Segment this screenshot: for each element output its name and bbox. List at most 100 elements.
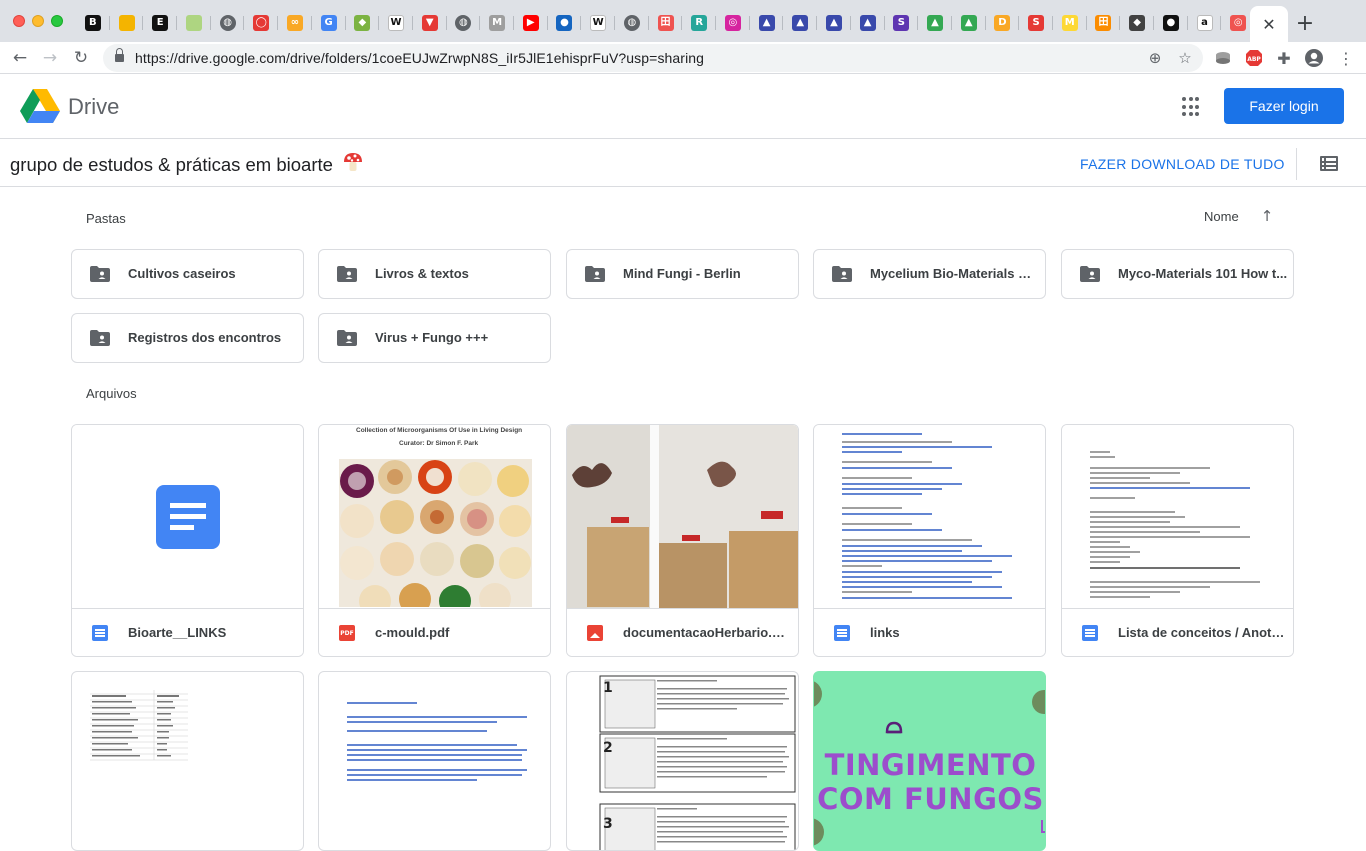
browser-tab[interactable]: S bbox=[1019, 6, 1053, 40]
browser-tab[interactable]: ◍ bbox=[615, 6, 649, 40]
file-card[interactable]: 1 2 3 bbox=[566, 671, 799, 851]
grid-icon: 田 bbox=[657, 15, 674, 31]
browser-tab[interactable]: ◯ bbox=[244, 6, 278, 40]
maximize-window-button[interactable] bbox=[51, 15, 63, 27]
drive-logo-icon[interactable] bbox=[20, 89, 60, 123]
forward-icon[interactable]: → bbox=[38, 46, 62, 70]
google-docs-icon bbox=[92, 625, 108, 641]
browser-tab[interactable]: D bbox=[986, 6, 1020, 40]
browser-tab[interactable]: ◎ bbox=[716, 6, 750, 40]
url-text[interactable]: https://drive.google.com/drive/folders/1… bbox=[135, 50, 704, 66]
browser-tab[interactable]: ● bbox=[1154, 6, 1188, 40]
google-apps-icon[interactable] bbox=[1182, 97, 1202, 117]
folder-card[interactable]: Virus + Fungo +++ bbox=[318, 313, 551, 363]
login-button[interactable]: Fazer login bbox=[1224, 88, 1344, 124]
folder-name: Mycelium Bio-Materials W... bbox=[870, 266, 1040, 281]
browser-tab[interactable]: ▲ bbox=[851, 6, 885, 40]
files-section-label: Arquivos bbox=[86, 386, 137, 401]
list-view-icon[interactable] bbox=[1320, 156, 1338, 171]
leaf-icon: ◆ bbox=[354, 15, 371, 31]
download-all-button[interactable]: FAZER DOWNLOAD DE TUDO bbox=[1080, 156, 1285, 172]
petri-dishes-image bbox=[339, 459, 532, 607]
profile-icon[interactable] bbox=[1304, 48, 1324, 68]
file-card[interactable]: Bioarte__LINKS bbox=[71, 424, 304, 657]
file-card[interactable]: TINGIMENTO COM FUNGOS bbox=[813, 671, 1046, 851]
folder-card[interactable]: Mycelium Bio-Materials W... bbox=[813, 249, 1046, 299]
browser-tab[interactable]: a bbox=[1188, 6, 1222, 40]
browser-tab[interactable]: W bbox=[581, 6, 615, 40]
browser-tab[interactable]: ◆ bbox=[346, 6, 380, 40]
file-card[interactable]: Lista de conceitos / Anota... bbox=[1061, 424, 1294, 657]
browser-tab[interactable]: ▶ bbox=[514, 6, 548, 40]
puzzle-icon[interactable]: ✚ bbox=[1274, 48, 1294, 68]
browser-tab[interactable]: 田 bbox=[1087, 6, 1121, 40]
adblock-icon[interactable]: ABP bbox=[1244, 48, 1264, 68]
browser-tabs: B E ◍ ◯ ∞ G ◆ W ▼ ◍ M ▶ ● W ◍ 田 R ◎ ▲ ▲ ▲ ▲ S ▲ ▲ D S M 田 ◆ ● a ◎ bbox=[76, 6, 1255, 40]
e-icon: E bbox=[152, 15, 169, 31]
browser-tab[interactable] bbox=[110, 6, 144, 40]
browser-tab[interactable]: ▲ bbox=[750, 6, 784, 40]
extension-disk-icon[interactable] bbox=[1213, 48, 1233, 68]
browser-tab[interactable]: ◍ bbox=[211, 6, 245, 40]
close-tab-icon[interactable]: ✕ bbox=[1262, 15, 1275, 34]
sort-by-name-button[interactable]: Nome bbox=[1204, 209, 1239, 224]
browser-tab[interactable]: M bbox=[1053, 6, 1087, 40]
youtube-icon: ▶ bbox=[522, 15, 539, 31]
back-icon[interactable]: ← bbox=[8, 46, 32, 70]
pdf-icon: PDF bbox=[339, 625, 355, 641]
globe-icon: ◍ bbox=[623, 15, 640, 31]
add-icon[interactable]: ⊕ bbox=[1145, 48, 1165, 68]
lock-icon bbox=[115, 48, 124, 63]
folder-card[interactable]: Mind Fungi - Berlin bbox=[566, 249, 799, 299]
active-tab[interactable]: ✕ bbox=[1250, 6, 1288, 42]
browser-tab[interactable] bbox=[177, 6, 211, 40]
mushroom-emoji-icon bbox=[344, 153, 363, 171]
file-card[interactable]: links bbox=[813, 424, 1046, 657]
drive-app-name[interactable]: Drive bbox=[68, 94, 119, 120]
folder-header-bar: grupo de estudos & práticas em bioarte F… bbox=[0, 140, 1366, 187]
new-tab-button[interactable]: + bbox=[1292, 8, 1318, 38]
folder-card[interactable]: Cultivos caseiros bbox=[71, 249, 304, 299]
file-name: Bioarte__LINKS bbox=[128, 625, 227, 640]
infinity-icon: ∞ bbox=[286, 15, 303, 31]
browser-tab[interactable]: ◍ bbox=[447, 6, 481, 40]
browser-tab[interactable]: W bbox=[379, 6, 413, 40]
r-icon: R bbox=[691, 15, 708, 31]
browser-tab[interactable]: 田 bbox=[649, 6, 683, 40]
file-card[interactable] bbox=[318, 671, 551, 851]
browser-tab[interactable]: ∞ bbox=[278, 6, 312, 40]
file-card[interactable]: documentacaoHerbario.png bbox=[566, 424, 799, 657]
close-window-button[interactable] bbox=[13, 15, 25, 27]
image-file-icon bbox=[587, 625, 603, 641]
file-card[interactable] bbox=[71, 671, 304, 851]
browser-tab[interactable]: ▲ bbox=[952, 6, 986, 40]
browser-tab[interactable]: M bbox=[480, 6, 514, 40]
folder-card[interactable]: Registros dos encontros bbox=[71, 313, 304, 363]
browser-tab[interactable]: ◆ bbox=[1120, 6, 1154, 40]
file-card[interactable]: Collection of Microorganisms Of Use in L… bbox=[318, 424, 551, 657]
browser-tab[interactable]: S bbox=[885, 6, 919, 40]
browser-tab[interactable]: E bbox=[143, 6, 177, 40]
browser-tab[interactable]: ▲ bbox=[918, 6, 952, 40]
browser-tab[interactable]: R bbox=[682, 6, 716, 40]
file-name: documentacaoHerbario.png bbox=[623, 625, 791, 640]
tingimento-title-line2: COM FUNGOS bbox=[817, 782, 1044, 816]
sort-ascending-icon[interactable]: ↑ bbox=[1259, 206, 1275, 226]
browser-tab[interactable]: ▼ bbox=[413, 6, 447, 40]
browser-tab[interactable]: ▲ bbox=[817, 6, 851, 40]
browser-tab[interactable]: ● bbox=[548, 6, 582, 40]
folder-card[interactable]: Myco-Materials 101 How t... bbox=[1061, 249, 1294, 299]
minimize-window-button[interactable] bbox=[32, 15, 44, 27]
reload-icon[interactable]: ↻ bbox=[69, 46, 93, 70]
svg-text:ABP: ABP bbox=[1247, 56, 1261, 63]
drive-header: Drive Fazer login bbox=[0, 75, 1366, 139]
black-circle-icon: ● bbox=[1162, 15, 1179, 31]
browser-tab[interactable]: G bbox=[312, 6, 346, 40]
star-icon[interactable]: ☆ bbox=[1175, 48, 1195, 68]
browser-tab[interactable]: ▲ bbox=[783, 6, 817, 40]
address-bar[interactable]: https://drive.google.com/drive/folders/1… bbox=[103, 44, 1203, 72]
menu-dots-icon[interactable]: ⋮ bbox=[1336, 48, 1356, 68]
folder-card[interactable]: Livros & textos bbox=[318, 249, 551, 299]
browser-tab[interactable]: B bbox=[76, 6, 110, 40]
browser-toolbar: ← → ↻ https://drive.google.com/drive/fol… bbox=[0, 42, 1366, 74]
